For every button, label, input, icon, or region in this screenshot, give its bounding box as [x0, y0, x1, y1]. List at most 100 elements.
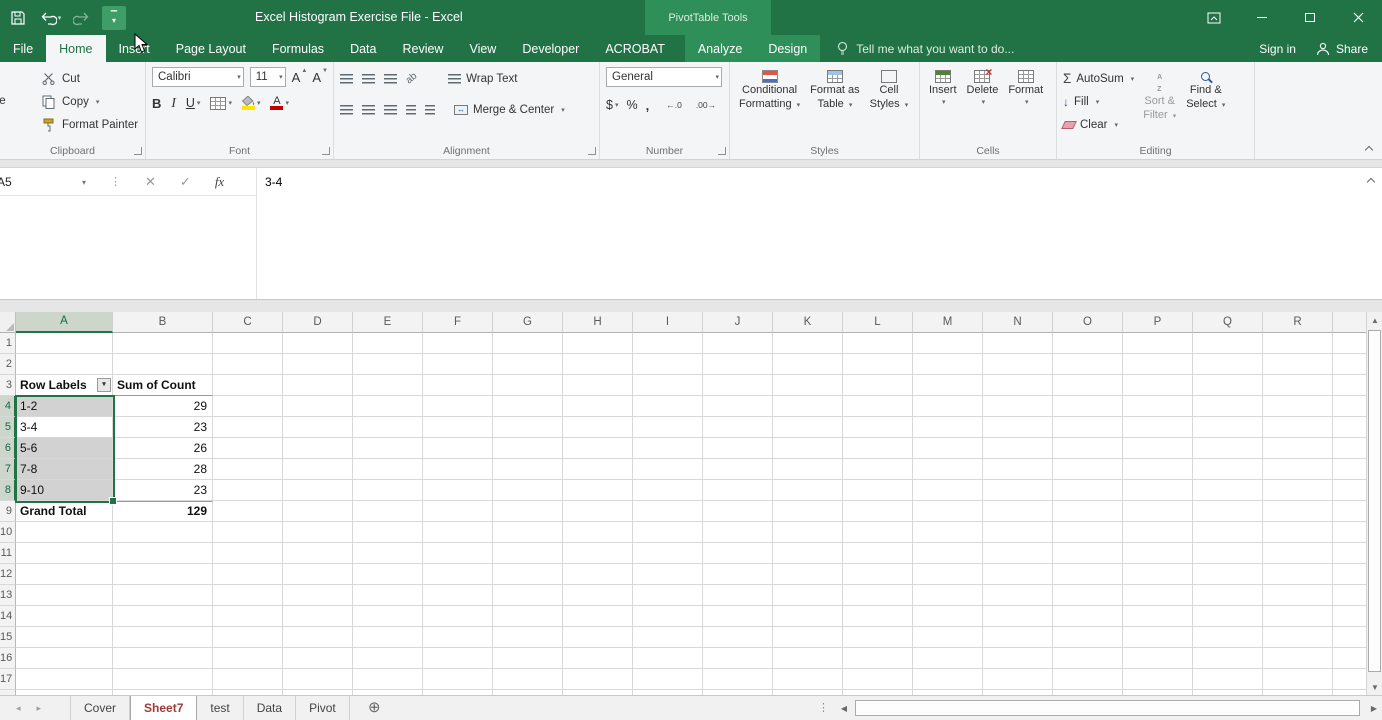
cell-G9[interactable] — [493, 501, 563, 522]
cell-G2[interactable] — [493, 354, 563, 375]
cell-I15[interactable] — [633, 627, 703, 648]
cell-F15[interactable] — [423, 627, 493, 648]
cell-Q8[interactable] — [1193, 480, 1263, 501]
column-header-B[interactable]: B — [113, 312, 213, 333]
fill-color-button[interactable]: ▾ — [241, 96, 260, 110]
cell-M7[interactable] — [913, 459, 983, 480]
column-header-G[interactable]: G — [493, 312, 563, 333]
cell-B12[interactable] — [113, 564, 213, 585]
cell-O13[interactable] — [1053, 585, 1123, 606]
cell-K6[interactable] — [773, 438, 843, 459]
name-box[interactable]: A5 ▾ — [0, 168, 96, 196]
cell-A5[interactable]: 3-4 — [16, 417, 113, 438]
redo-button[interactable] — [70, 6, 94, 30]
cell-C3[interactable] — [213, 375, 283, 396]
cell-P11[interactable] — [1123, 543, 1193, 564]
cell-A10[interactable] — [16, 522, 113, 543]
scroll-right-icon[interactable]: ▶ — [1366, 697, 1382, 720]
cell-M14[interactable] — [913, 606, 983, 627]
cell-D16[interactable] — [283, 648, 353, 669]
save-button[interactable] — [6, 6, 30, 30]
cell-I12[interactable] — [633, 564, 703, 585]
cell-G12[interactable] — [493, 564, 563, 585]
cell-styles-button[interactable]: Cell Styles ▾ — [865, 67, 914, 112]
cell-O12[interactable] — [1053, 564, 1123, 585]
format-cells-button[interactable]: Format ▾ — [1003, 67, 1048, 106]
font-dialog-launcher-icon[interactable] — [322, 147, 330, 155]
cell-H1[interactable] — [563, 333, 633, 354]
cell-E17[interactable] — [353, 669, 423, 690]
cell-F8[interactable] — [423, 480, 493, 501]
cell-A3[interactable]: Row Labels ▾ — [16, 375, 113, 396]
cell-J11[interactable] — [703, 543, 773, 564]
column-header-M[interactable]: M — [913, 312, 983, 333]
cell-E13[interactable] — [353, 585, 423, 606]
cell-L15[interactable] — [843, 627, 913, 648]
cell-N6[interactable] — [983, 438, 1053, 459]
cell-H5[interactable] — [563, 417, 633, 438]
cell-G17[interactable] — [493, 669, 563, 690]
sheet-tab-sheet7[interactable]: Sheet7 — [130, 696, 198, 720]
cell-A6[interactable]: 5-6 — [16, 438, 113, 459]
cell-N8[interactable] — [983, 480, 1053, 501]
cell-J5[interactable] — [703, 417, 773, 438]
row-header-9[interactable]: 9 — [0, 501, 16, 522]
cell-N5[interactable] — [983, 417, 1053, 438]
cell-J6[interactable] — [703, 438, 773, 459]
cell-B14[interactable] — [113, 606, 213, 627]
cell-F9[interactable] — [423, 501, 493, 522]
cell-I17[interactable] — [633, 669, 703, 690]
chevron-down-icon[interactable]: ▾ — [1096, 98, 1100, 106]
cell-H8[interactable] — [563, 480, 633, 501]
cell-L2[interactable] — [843, 354, 913, 375]
row-header-8[interactable]: 8 — [0, 480, 16, 501]
cell-M13[interactable] — [913, 585, 983, 606]
cell-P4[interactable] — [1123, 396, 1193, 417]
row-header-11[interactable]: 11 — [0, 543, 16, 564]
cell-A11[interactable] — [16, 543, 113, 564]
cell-J14[interactable] — [703, 606, 773, 627]
cell-B7[interactable]: 28 — [113, 459, 213, 480]
cell-I16[interactable] — [633, 648, 703, 669]
top-align-icon[interactable] — [340, 73, 353, 84]
collapse-ribbon-button[interactable] — [1364, 145, 1374, 155]
cell-P6[interactable] — [1123, 438, 1193, 459]
chevron-down-icon[interactable]: ▾ — [279, 73, 283, 81]
cell-E4[interactable] — [353, 396, 423, 417]
cell-E5[interactable] — [353, 417, 423, 438]
cell-G15[interactable] — [493, 627, 563, 648]
cell-L13[interactable] — [843, 585, 913, 606]
cell-N13[interactable] — [983, 585, 1053, 606]
cell-D9[interactable] — [283, 501, 353, 522]
vertical-scrollbar-thumb[interactable] — [1368, 330, 1381, 672]
cell-M6[interactable] — [913, 438, 983, 459]
number-format-combo[interactable]: General ▾ — [606, 67, 722, 87]
cell-M10[interactable] — [913, 522, 983, 543]
cell-Q5[interactable] — [1193, 417, 1263, 438]
cell-L5[interactable] — [843, 417, 913, 438]
cell-H6[interactable] — [563, 438, 633, 459]
row-header-10[interactable]: 10 — [0, 522, 16, 543]
row-header-4[interactable]: 4 — [0, 396, 16, 417]
cell-K9[interactable] — [773, 501, 843, 522]
cell-N9[interactable] — [983, 501, 1053, 522]
cell-Q15[interactable] — [1193, 627, 1263, 648]
cell-B17[interactable] — [113, 669, 213, 690]
cell-F7[interactable] — [423, 459, 493, 480]
cell-D5[interactable] — [283, 417, 353, 438]
alignment-dialog-launcher-icon[interactable] — [588, 147, 596, 155]
cell-E7[interactable] — [353, 459, 423, 480]
cell-Q3[interactable] — [1193, 375, 1263, 396]
cell-F13[interactable] — [423, 585, 493, 606]
row-header-14[interactable]: 14 — [0, 606, 16, 627]
cell-L6[interactable] — [843, 438, 913, 459]
ribbon-tab-developer[interactable]: Developer — [509, 35, 592, 62]
cell-C5[interactable] — [213, 417, 283, 438]
ribbon-tab-file[interactable]: File — [0, 35, 46, 62]
cell-E15[interactable] — [353, 627, 423, 648]
cell-E10[interactable] — [353, 522, 423, 543]
find-select-button[interactable]: Find & Select ▾ — [1181, 67, 1230, 136]
cell-H14[interactable] — [563, 606, 633, 627]
cell-D3[interactable] — [283, 375, 353, 396]
cell-J12[interactable] — [703, 564, 773, 585]
